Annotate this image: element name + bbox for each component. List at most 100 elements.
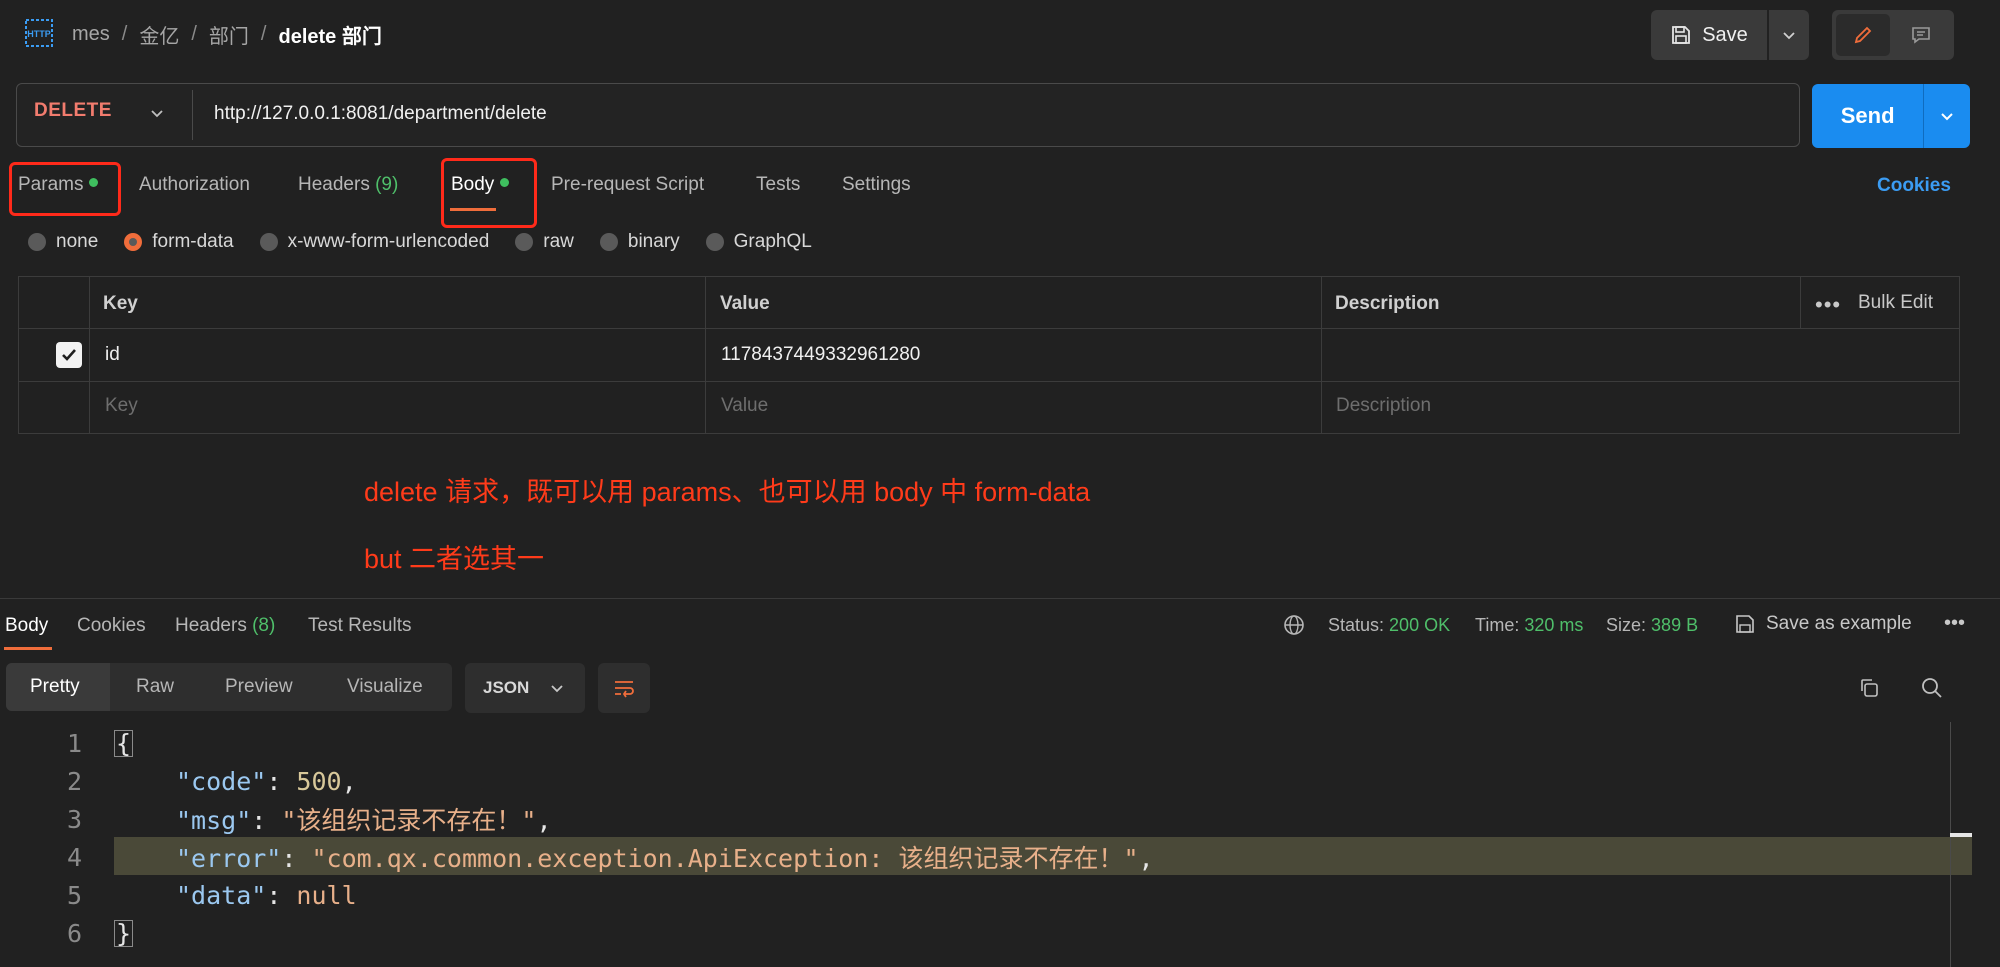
tab-authorization[interactable]: Authorization (139, 174, 250, 196)
body-type-binary[interactable]: binary (599, 231, 680, 253)
chevron-down-icon (551, 685, 563, 693)
response-tab-body[interactable]: Body (5, 615, 48, 637)
globe-icon[interactable] (1282, 613, 1306, 642)
radio-icon (259, 233, 278, 251)
chevron-down-icon (1941, 113, 1953, 121)
tab-label: Pre-request Script (551, 174, 705, 195)
json-value: "com.qx.common.exception.ApiException: 该… (311, 844, 1139, 873)
radio-label: x-www-form-urlencoded (287, 231, 490, 252)
json-colon: : (251, 806, 282, 835)
scrollbar-thumb[interactable] (1950, 833, 1972, 837)
response-tab-test-results[interactable]: Test Results (308, 615, 411, 637)
comments-button[interactable] (1894, 14, 1948, 56)
send-options-button[interactable] (1923, 84, 1970, 148)
radio-label: binary (627, 231, 680, 252)
code-line: 3 "msg": "该组织记录不存在！", (0, 800, 1154, 838)
code-line: 1 { (0, 724, 1154, 762)
tab-tests[interactable]: Tests (756, 174, 800, 196)
send-group: Send (1812, 84, 1970, 148)
checkmark-icon (62, 349, 76, 361)
radio-label: form-data (152, 231, 234, 252)
view-preview[interactable]: Preview (225, 663, 293, 711)
http-request-icon: HTTP (24, 18, 54, 48)
view-raw[interactable]: Raw (136, 663, 174, 711)
json-key: "msg" (176, 806, 252, 835)
code-brace: { (114, 728, 134, 758)
tab-pre-request-script[interactable]: Pre-request Script (551, 174, 704, 196)
more-options-icon[interactable]: ••• (1944, 612, 1965, 635)
body-type-selector: none form-data x-www-form-urlencoded raw… (28, 231, 838, 253)
save-button[interactable]: Save (1651, 10, 1767, 60)
tab-label: Headers (175, 615, 247, 636)
body-type-none[interactable]: none (28, 231, 98, 253)
new-description-input[interactable]: Description (1336, 395, 1431, 417)
body-type-raw[interactable]: raw (515, 231, 574, 253)
scrollbar-track[interactable] (1950, 722, 1951, 967)
body-type-graphql[interactable]: GraphQL (705, 231, 812, 253)
tab-headers[interactable]: Headers (9) (298, 174, 398, 196)
row-value[interactable]: 1178437449332961280 (721, 344, 920, 366)
response-status: Status: 200 OK (1328, 615, 1450, 636)
tab-count: (9) (375, 174, 399, 195)
size-label: Size: (1606, 615, 1647, 635)
tab-label: Tests (756, 174, 801, 195)
breadcrumb-separator: / (121, 23, 128, 45)
response-tab-headers[interactable]: Headers (8) (175, 615, 275, 637)
annotation-box-body (441, 158, 537, 228)
form-data-table (18, 276, 1960, 434)
radio-label: none (56, 231, 99, 252)
bulk-edit-button[interactable]: Bulk Edit (1858, 292, 1933, 314)
new-value-input[interactable]: Value (721, 395, 768, 417)
json-colon: : (266, 766, 297, 796)
url-input[interactable]: http://127.0.0.1:8081/department/delete (214, 103, 547, 125)
annotation-note: but 二者选其一 (364, 544, 545, 574)
body-type-urlencoded[interactable]: x-www-form-urlencoded (259, 231, 490, 253)
save-as-example-button[interactable]: Save as example (1734, 613, 1912, 635)
radio-label: raw (543, 231, 574, 252)
response-tab-cookies[interactable]: Cookies (77, 615, 146, 637)
format-select[interactable]: JSON (465, 663, 585, 713)
tab-label: Headers (298, 174, 370, 195)
column-header-description: Description (1335, 293, 1440, 314)
table-divider (705, 276, 706, 434)
method-select[interactable]: DELETE (34, 100, 112, 122)
wrap-lines-button[interactable] (598, 663, 650, 713)
line-number: 3 (66, 804, 82, 834)
body-type-form-data[interactable]: form-data (124, 231, 234, 253)
cookies-link[interactable]: Cookies (1877, 175, 1951, 197)
column-header-key: Key (103, 293, 138, 314)
copy-icon[interactable] (1857, 676, 1881, 705)
pencil-icon (1854, 26, 1872, 44)
line-number: 5 (66, 880, 82, 910)
edit-button[interactable] (1836, 14, 1890, 56)
save-options-button[interactable] (1769, 10, 1809, 60)
search-icon[interactable] (1920, 676, 1944, 705)
tab-settings[interactable]: Settings (842, 174, 911, 196)
send-button[interactable]: Send (1812, 84, 1923, 148)
row-checkbox[interactable] (56, 342, 82, 368)
json-comma: , (536, 806, 552, 835)
json-value: null (296, 880, 357, 910)
tab-label: Authorization (139, 174, 250, 195)
breadcrumb-item[interactable]: 金亿 (139, 20, 179, 49)
breadcrumb-separator: / (191, 23, 197, 45)
request-name[interactable]: delete 部门 (278, 20, 381, 49)
response-divider (0, 598, 2000, 599)
response-code[interactable]: 1 { 2 "code": 500, 3 "msg": "该组织记录不存在！",… (0, 724, 1154, 952)
view-pretty[interactable]: Pretty (30, 663, 80, 711)
new-key-input[interactable]: Key (105, 395, 138, 417)
row-key[interactable]: id (105, 344, 120, 366)
code-line: 5 "data": null (0, 876, 1154, 914)
breadcrumb-item[interactable]: mes (72, 23, 110, 46)
line-number: 6 (66, 918, 82, 948)
table-divider (18, 381, 1960, 382)
save-label: Save (1702, 23, 1748, 46)
breadcrumb-item[interactable]: 部门 (209, 20, 249, 49)
chevron-down-icon[interactable] (148, 104, 166, 127)
radio-icon (515, 233, 534, 251)
more-options-icon[interactable]: ••• (1815, 292, 1841, 318)
json-key: "code" (176, 766, 267, 796)
response-size: Size: 389 B (1606, 615, 1698, 636)
view-visualize[interactable]: Visualize (347, 663, 423, 711)
breadcrumb: mes / 金亿 / 部门 / delete 部门 (72, 20, 382, 49)
